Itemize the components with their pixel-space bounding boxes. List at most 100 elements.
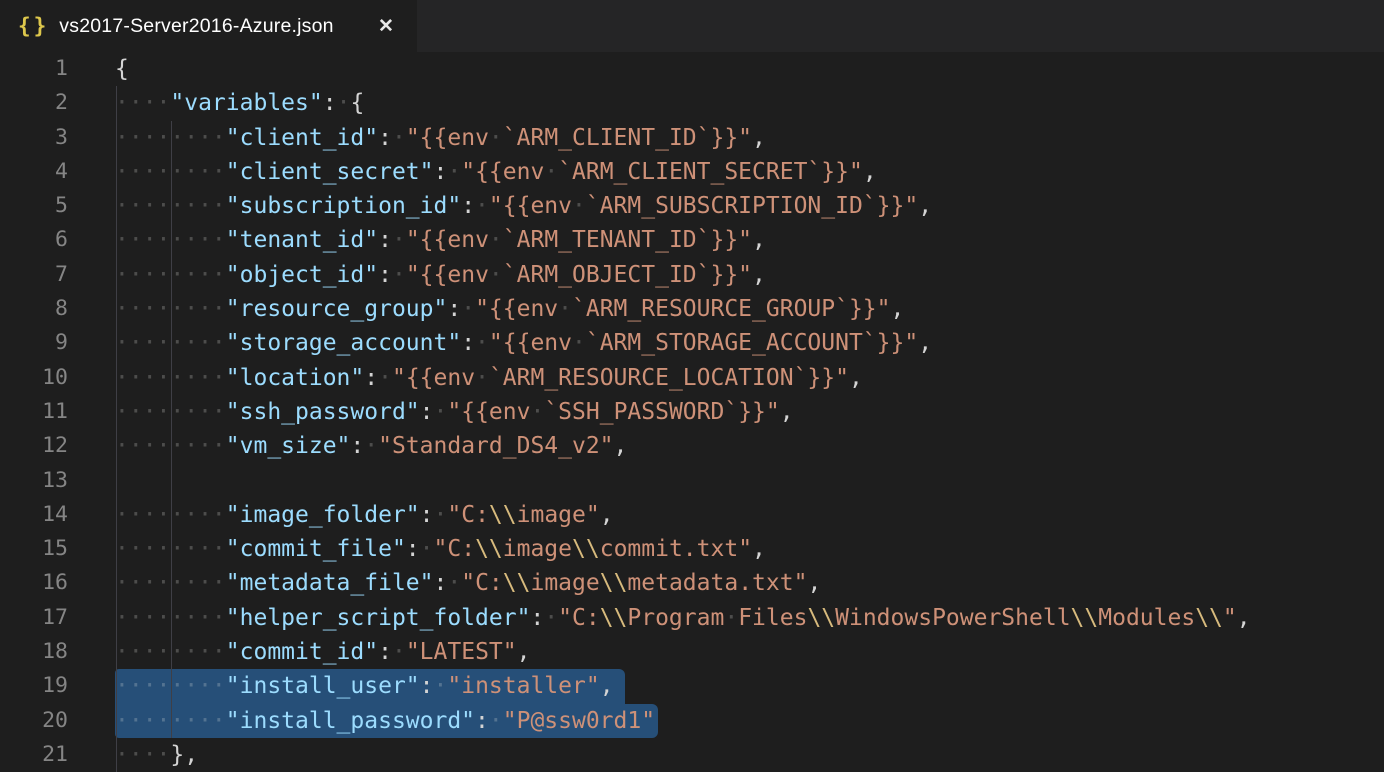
code-line[interactable]: 17········"helper_script_folder":·"C:\\P… <box>0 601 1384 635</box>
line-number[interactable]: 1 <box>0 52 68 86</box>
line-number[interactable]: 13 <box>0 464 68 498</box>
token-pun: { <box>115 56 129 82</box>
code-line[interactable]: 15········"commit_file":·"C:\\image\\com… <box>0 532 1384 566</box>
code-line[interactable]: 6 ········"tenant_id":·"{{env·`ARM_TENANT… <box>0 223 1384 257</box>
whitespace-dots: · <box>392 227 406 253</box>
token-str: "{{env <box>406 125 489 151</box>
tab-filename: vs2017-Server2016-Azure.json <box>59 15 333 38</box>
token-pun: : <box>378 125 392 151</box>
token-pun: , <box>918 330 932 356</box>
line-number[interactable]: 8 <box>0 292 68 326</box>
code-line[interactable]: 1{ <box>0 52 1384 86</box>
code-line[interactable]: 3········"client_id":·"{{env·`ARM_CLIENT… <box>0 121 1384 155</box>
token-key: "variables" <box>170 90 322 116</box>
line-number[interactable]: 12 <box>0 429 68 463</box>
line-number[interactable]: 10 <box>0 361 68 395</box>
token-str: `ARM_TENANT_ID`}}" <box>503 227 752 253</box>
token-key: "commit_file" <box>226 536 406 562</box>
close-tab-icon[interactable]: ✕ <box>371 11 401 41</box>
code-line[interactable]: 13 <box>0 464 1384 498</box>
token-str: Files <box>738 605 807 631</box>
token-pun: : <box>378 262 392 288</box>
line-number[interactable]: 20 <box>0 704 68 738</box>
whitespace-dots: ········ <box>115 605 226 631</box>
token-str: "C: <box>447 502 489 528</box>
code-line[interactable]: 5········"subscription_id":·"{{env·`ARM_… <box>0 189 1384 223</box>
line-number[interactable]: 11 <box>0 395 68 429</box>
token-str: Modules <box>1098 605 1195 631</box>
token-key: "resource_group" <box>226 296 448 322</box>
code-line[interactable]: 14········"image_folder":·"C:\\image", <box>0 498 1384 532</box>
code-line-content: ········"commit_id":·"LATEST", <box>115 635 530 669</box>
token-pun: , <box>780 399 794 425</box>
code-line[interactable]: 18 ········"commit_id":·"LATEST", <box>0 635 1384 669</box>
token-pun: : <box>378 227 392 253</box>
token-str: "P@ssw0rd1" <box>503 708 655 734</box>
token-str: "{{env <box>392 365 475 391</box>
code-line[interactable]: 12········"vm_size":·"Standard_DS4_v2", <box>0 429 1384 463</box>
line-number[interactable]: 2 <box>0 86 68 120</box>
token-pun: , <box>849 365 863 391</box>
whitespace-dots: · <box>337 90 351 116</box>
line-number[interactable]: 4 <box>0 155 68 189</box>
code-line[interactable]: 9········"storage_account":·"{{env·`ARM_… <box>0 326 1384 360</box>
whitespace-dots: ········ <box>115 262 226 288</box>
token-pun: : <box>406 536 420 562</box>
token-pun: : <box>420 502 434 528</box>
code-line[interactable]: 11 ········"ssh_password":·"{{env·`SSH_PA… <box>0 395 1384 429</box>
code-line[interactable]: 20········"install_password":·"P@ssw0rd1… <box>0 704 1384 738</box>
line-number[interactable]: 9 <box>0 326 68 360</box>
whitespace-dots: ········ <box>115 125 226 151</box>
code-line-content: ····"variables":·{ <box>115 86 364 120</box>
whitespace-dots: ········ <box>115 227 226 253</box>
line-number[interactable]: 6 <box>0 223 68 257</box>
whitespace-dots: ········ <box>115 502 226 528</box>
whitespace-dots: ········ <box>115 296 226 322</box>
token-pun: , <box>918 193 932 219</box>
code-line[interactable]: 10········"location":·"{{env·`ARM_RESOUR… <box>0 361 1384 395</box>
code-line[interactable]: 21····}, <box>0 738 1384 772</box>
line-number[interactable]: 3 <box>0 121 68 155</box>
token-str: "{{env <box>489 330 572 356</box>
code-line[interactable]: 2····"variables":·{ <box>0 86 1384 120</box>
whitespace-dots: ········ <box>115 193 226 219</box>
line-number[interactable]: 7 <box>0 258 68 292</box>
line-number[interactable]: 19 <box>0 669 68 703</box>
code-line[interactable]: 8········"resource_group":·"{{env·`ARM_R… <box>0 292 1384 326</box>
line-number[interactable]: 21 <box>0 738 68 772</box>
line-number[interactable]: 15 <box>0 532 68 566</box>
whitespace-dots: · <box>530 399 544 425</box>
code-editor[interactable]: 1{2····"variables":·{3········"client_id… <box>0 52 1384 772</box>
token-key: "client_secret" <box>226 159 434 185</box>
token-str: `ARM_OBJECT_ID`}}" <box>503 262 752 288</box>
token-esc: \\ <box>1195 605 1223 631</box>
token-key: "helper_script_folder" <box>226 605 531 631</box>
code-line-content-selected: ········"install_user":·"installer", <box>115 669 625 703</box>
token-pun: }, <box>170 742 198 768</box>
line-number[interactable]: 16 <box>0 566 68 600</box>
line-number[interactable]: 5 <box>0 189 68 223</box>
tab-vs2017-server2016-azure-json[interactable]: {} vs2017-Server2016-Azure.json ✕ <box>0 0 417 52</box>
whitespace-dots: · <box>392 639 406 665</box>
token-pun: , <box>752 262 766 288</box>
code-line-content: ········"tenant_id":·"{{env·`ARM_TENANT_… <box>115 223 766 257</box>
whitespace-dots: · <box>378 365 392 391</box>
token-str: `ARM_STORAGE_ACCOUNT`}}" <box>586 330 918 356</box>
token-pun: , <box>1237 605 1251 631</box>
code-line-content: ········"object_id":·"{{env·`ARM_OBJECT_… <box>115 258 766 292</box>
token-key: "storage_account" <box>226 330 461 356</box>
token-str: metadata.txt" <box>627 570 807 596</box>
code-line[interactable]: 7 ········"object_id":·"{{env·`ARM_OBJECT… <box>0 258 1384 292</box>
code-line-content: ········"metadata_file":·"C:\\image\\met… <box>115 566 821 600</box>
code-line-content: ········"ssh_password":·"{{env·`SSH_PASS… <box>115 395 794 429</box>
token-str: "Standard_DS4_v2" <box>378 433 613 459</box>
token-pun: : <box>461 193 475 219</box>
line-number[interactable]: 14 <box>0 498 68 532</box>
line-number[interactable]: 17 <box>0 601 68 635</box>
token-str: Program <box>627 605 724 631</box>
line-number[interactable]: 18 <box>0 635 68 669</box>
code-line[interactable]: 16 ········"metadata_file":·"C:\\image\\m… <box>0 566 1384 600</box>
code-line[interactable]: 4········"client_secret":·"{{env·`ARM_CL… <box>0 155 1384 189</box>
code-line[interactable]: 19 ········"install_user":·"installer", <box>0 669 1384 703</box>
whitespace-dots: ········ <box>115 365 226 391</box>
